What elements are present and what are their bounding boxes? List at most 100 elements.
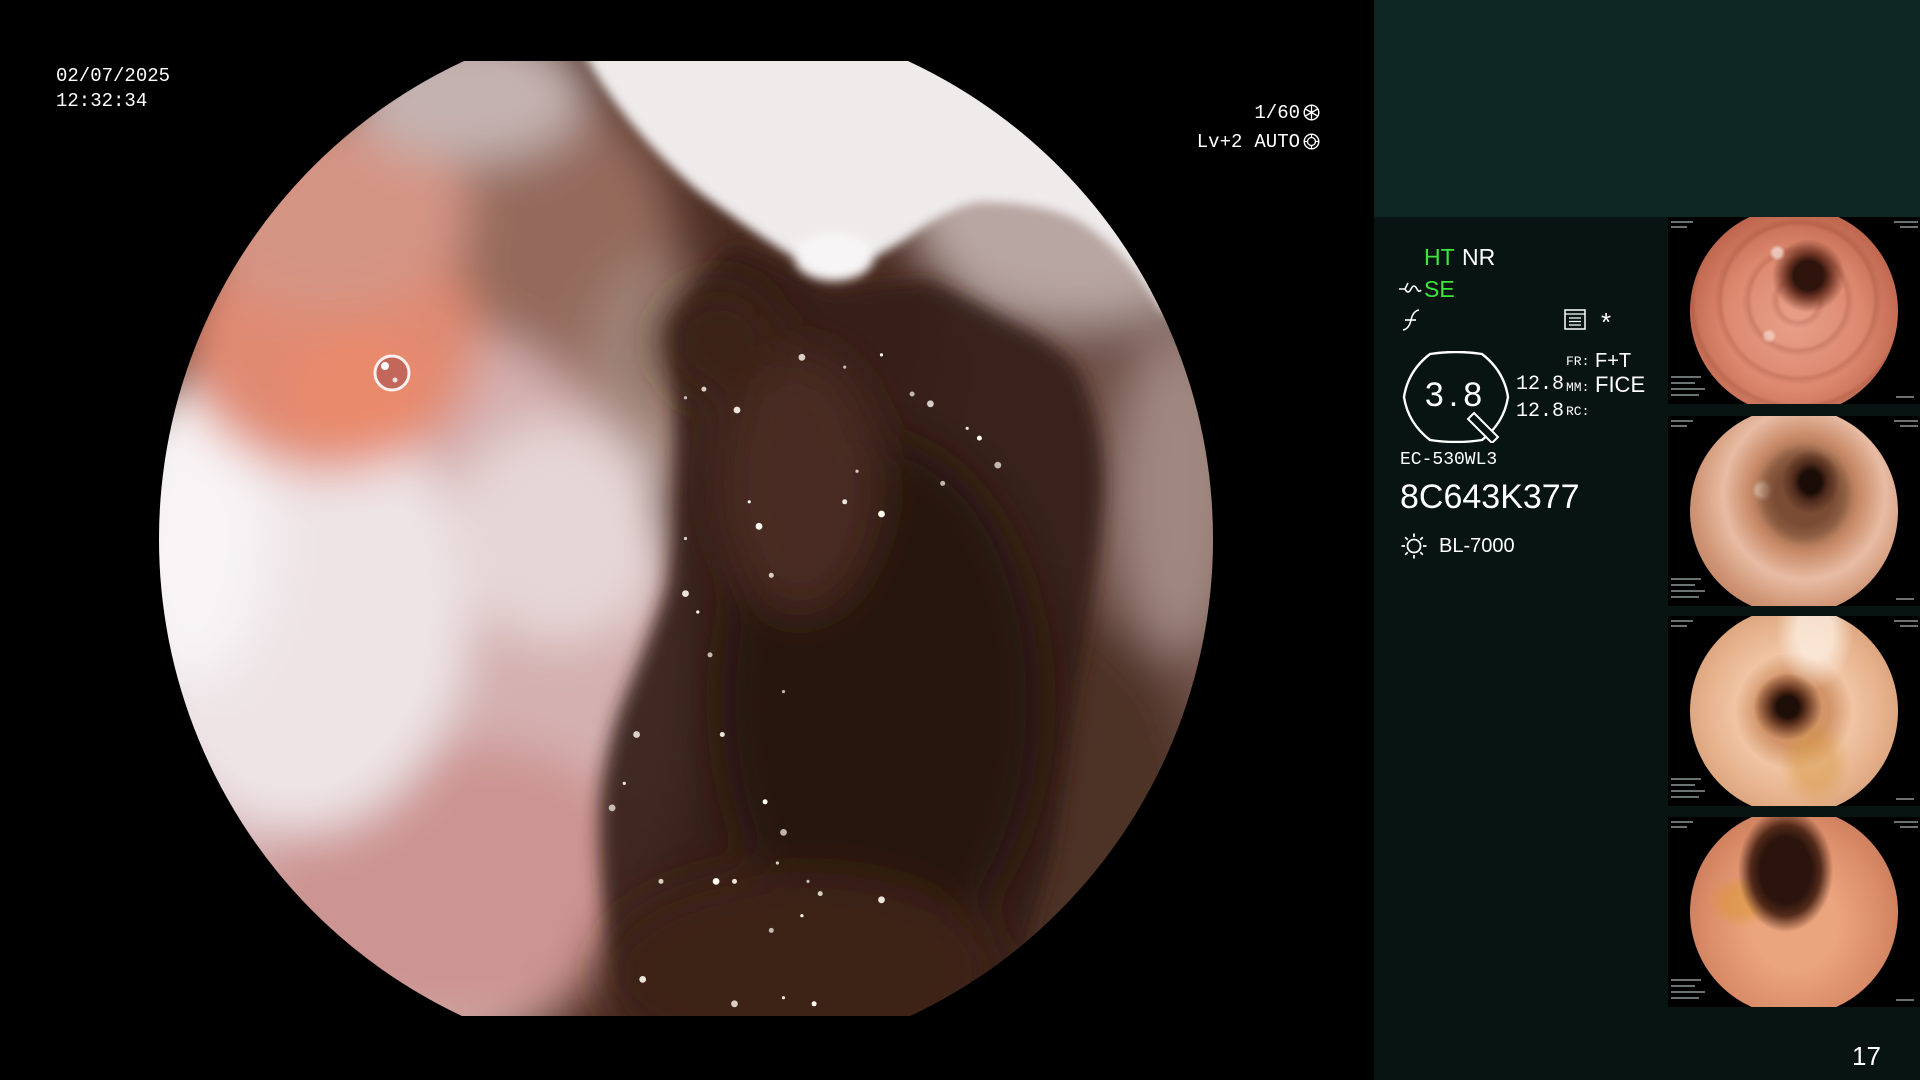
light-reflection-speck [879, 353, 884, 357]
thumbnail-1 [1668, 217, 1920, 404]
exam-date: 02/07/2025 [56, 65, 171, 87]
auto-exposure-icon [1303, 133, 1320, 150]
mode-ht: HT [1424, 244, 1455, 270]
thumbnail-caption-mark [1900, 226, 1918, 228]
light-reflection-speck [781, 996, 786, 1000]
thumbnail-image [1690, 616, 1898, 806]
thumbnail-4 [1668, 817, 1920, 1007]
fr-value: F+T [1595, 350, 1632, 372]
light-reflection-speck [798, 353, 806, 361]
thumbnail-caption-mark [1671, 620, 1693, 622]
mucosa-patch [449, 422, 669, 642]
light-reflection-speck [994, 461, 1002, 469]
light-reflection-speck [762, 799, 768, 805]
readout-value-2: 12.8 [1516, 400, 1565, 423]
thumbnail-caption-mark [1896, 798, 1914, 800]
image-count: 17 [1852, 1041, 1881, 1071]
mucosa-patch [289, 332, 429, 452]
thumbnail-caption-mark [1900, 826, 1918, 828]
info-panel-header [1374, 0, 1920, 217]
thumbnail-caption-mark [1671, 590, 1705, 592]
aperture-icon [1303, 104, 1320, 121]
light-reflection-speck [878, 896, 885, 904]
thumbnail-caption-mark [1671, 997, 1699, 999]
light-reflection-speck [817, 891, 823, 897]
light-reflection-speck [712, 878, 720, 885]
mode-se: SE [1424, 276, 1455, 302]
light-reflection-speck [639, 976, 647, 983]
thumbnail-caption-mark [1671, 221, 1693, 223]
thumbnail-3 [1668, 616, 1920, 806]
thumbnail-caption-mark [1671, 578, 1701, 580]
thumbnail-caption-mark [1894, 420, 1918, 422]
light-reflection-speck [696, 610, 700, 614]
light-reflection-speck [768, 572, 774, 578]
thumbnail-caption-mark [1671, 596, 1699, 598]
shutter-speed: 1/60 [1254, 101, 1300, 124]
light-reflection-speck [719, 732, 725, 737]
light-reflection-speck [781, 690, 786, 694]
tissue-scene [159, 61, 1213, 1016]
exposure-mode: AUTO [1254, 130, 1300, 153]
thumbnail-caption-mark [1671, 382, 1695, 384]
light-reflection-speck [682, 590, 689, 597]
light-reflection-speck [608, 804, 616, 812]
thumbnail-caption-mark [1896, 396, 1914, 398]
light-reflection-speck [976, 435, 982, 441]
light-source-model: BL-7000 [1439, 535, 1515, 557]
light-reflection-speck [855, 469, 859, 473]
thumbnail-caption-mark [1671, 985, 1695, 987]
thumbnail-caption-mark [1671, 394, 1699, 396]
thumbnail-caption-mark [1671, 420, 1693, 422]
thumbnail-caption-mark [1894, 221, 1918, 223]
thumbnail-caption-mark [1671, 796, 1699, 798]
light-reflection-speck [755, 522, 763, 530]
light-reflection-speck [878, 510, 885, 518]
mode-nr: NR [1462, 244, 1496, 270]
light-reflection-speck [780, 829, 787, 836]
scope-model: EC-530WL3 [1400, 450, 1498, 470]
light-reflection-speck [811, 1001, 817, 1007]
structure-enhance-icon [1399, 282, 1422, 293]
mucus-bubble [373, 354, 411, 392]
light-reflection-speck [683, 536, 688, 541]
mm-label: MM: [1566, 380, 1590, 395]
thumbnail-caption-mark [1671, 821, 1693, 823]
light-reflection-speck [633, 731, 640, 738]
light-reflection-speck [768, 927, 774, 933]
thumbnail-caption-mark [1894, 620, 1918, 622]
thumbnail-caption-mark [1671, 226, 1687, 228]
thumbnail-caption-mark [1671, 784, 1695, 786]
light-reflection-speck [731, 1000, 738, 1008]
cavity-shade [659, 282, 779, 402]
thumbnail-caption-mark [1671, 790, 1705, 792]
thumbnail-caption-mark [1671, 625, 1687, 627]
light-reflection-speck [658, 878, 664, 884]
endoscopic-view [159, 61, 1213, 1016]
zoom-gauge-value: 3.8 [1424, 376, 1488, 414]
endoscopic-view-image [159, 61, 1213, 1016]
thumbnail-caption-mark [1900, 425, 1918, 427]
thumbnail-caption-mark [1671, 388, 1705, 390]
light-reflection-speck [622, 781, 626, 786]
light-reflection-speck [707, 652, 713, 658]
light-reflection-speck [927, 400, 934, 408]
thumbnail-caption-mark [1671, 979, 1701, 981]
rc-label: RC: [1566, 404, 1590, 419]
thumbnail-caption-mark [1671, 778, 1701, 780]
scope-serial: 8C643K377 [1400, 478, 1580, 516]
light-reflection-speck [732, 878, 737, 884]
light-reflection-speck [806, 879, 810, 884]
thumbnail-image [1690, 217, 1898, 404]
thumbnail-2 [1668, 416, 1920, 606]
color-curve-icon [1402, 309, 1420, 331]
light-source-icon [1401, 533, 1427, 559]
light-reflection-speck [701, 386, 707, 392]
timestamp: 02/07/2025 12:32:34 [56, 64, 170, 114]
light-reflection-speck [733, 406, 741, 414]
light-reflection-speck [775, 861, 780, 865]
light-reflection-speck [842, 499, 848, 505]
light-reflection-speck [683, 396, 688, 400]
thumbnail-caption-mark [1671, 991, 1705, 993]
thumbnail-image [1690, 817, 1898, 1007]
